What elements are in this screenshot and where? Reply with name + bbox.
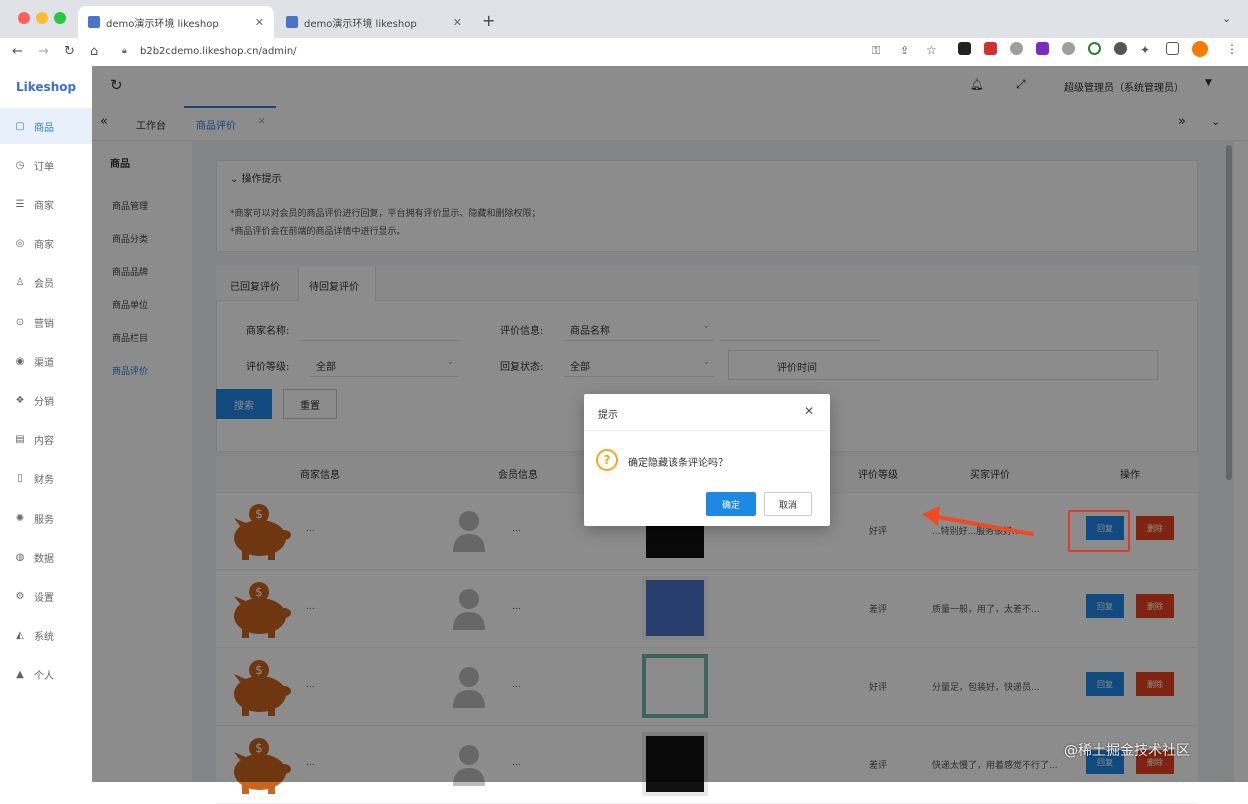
sidebar-item-label: 设置 <box>34 592 54 604</box>
marketing-icon: ⊙ <box>15 316 25 328</box>
key-icon[interactable]: ⚿ <box>872 44 880 58</box>
sidebar-item-label: 营销 <box>34 318 54 330</box>
question-icon: ? <box>596 449 618 471</box>
system-icon: ◭ <box>16 630 24 642</box>
site-favicon-icon <box>286 16 298 28</box>
annotation-arrow <box>922 506 1034 536</box>
sidebar-item[interactable]: ▯ 财务 <box>0 461 92 497</box>
sidebar-item[interactable]: ⚙ 设置 <box>0 578 92 614</box>
window-close-button[interactable] <box>18 12 30 24</box>
tab-search-chevron-icon[interactable]: ⌄ <box>1222 12 1231 25</box>
close-tab-icon[interactable]: ✕ <box>453 16 462 29</box>
browser-tab-title: demo演示环境 likeshop <box>304 18 417 30</box>
sidebar-item-label: 会员 <box>34 279 54 291</box>
lock-icon: 🔒︎ <box>122 46 127 56</box>
new-tab-icon[interactable]: + <box>482 11 495 30</box>
sidebar-item[interactable]: ❖ 分销 <box>0 382 92 418</box>
sidebar-item-label: 商家 <box>34 240 54 252</box>
member-icon: ♙ <box>15 277 25 289</box>
sidebar-item[interactable]: ▲ 个人 <box>0 657 92 693</box>
dialog-divider <box>584 430 830 431</box>
extension-icon[interactable] <box>1036 42 1049 55</box>
sidebar-item-label: 商家 <box>34 200 54 212</box>
service-icon: ✺ <box>15 512 25 524</box>
order-icon: ◷ <box>15 159 25 171</box>
sidebar-item[interactable]: ◉ 渠道 <box>0 343 92 379</box>
sidebar-item[interactable]: ▤ 内容 <box>0 422 92 458</box>
sidepanel-icon[interactable] <box>1166 42 1179 55</box>
sidebar-item[interactable]: ⊙ 营销 <box>0 304 92 340</box>
address-bar-url[interactable]: b2b2cdemo.likeshop.cn/admin/ <box>140 42 860 62</box>
sidebar-item-label: 个人 <box>34 671 54 683</box>
sidebar-item-label: 财务 <box>34 475 54 487</box>
extension-icon[interactable] <box>984 42 997 55</box>
person-icon: ▲ <box>16 669 24 681</box>
app-logo: Likeshop <box>16 80 77 94</box>
puzzle-icon[interactable]: ✦ <box>1140 43 1150 57</box>
browser-tab-active[interactable]: demo演示环境 likeshop ✕ <box>78 6 274 38</box>
sidebar-item[interactable]: ◭ 系统 <box>0 618 92 654</box>
window-maximize-button[interactable] <box>54 12 66 24</box>
browser-menu-icon[interactable]: ⋮ <box>1226 42 1238 56</box>
cancel-button[interactable]: 取消 <box>764 492 812 516</box>
settings-icon: ⚙ <box>15 590 25 602</box>
annotation-highlight-box <box>1068 510 1130 552</box>
sidebar-item-label: 商品 <box>34 122 54 134</box>
window-minimize-button[interactable] <box>36 12 48 24</box>
content-icon: ▤ <box>15 434 25 446</box>
sidebar-item-label: 订单 <box>34 161 54 173</box>
dialog-message: 确定隐藏该条评论吗？ <box>628 458 728 469</box>
sidebar-item-label: 服务 <box>34 514 54 526</box>
sidebar-item[interactable]: ♙ 会员 <box>0 265 92 301</box>
back-arrow-icon[interactable]: ← <box>12 44 23 59</box>
sidebar-item[interactable]: ◍ 数据 <box>0 539 92 575</box>
extension-icon[interactable] <box>958 42 971 55</box>
sidebar-item[interactable]: ✺ 服务 <box>0 500 92 536</box>
confirm-button[interactable]: 确定 <box>706 492 756 516</box>
extension-icon[interactable] <box>1114 42 1127 55</box>
reload-icon[interactable]: ↻ <box>64 44 75 59</box>
sidebar-item-label: 系统 <box>34 632 54 644</box>
site-favicon-icon <box>88 16 100 28</box>
home-icon[interactable]: ⌂ <box>90 44 98 59</box>
browser-tab-title: demo演示环境 likeshop <box>106 18 219 30</box>
goods-icon: ▢ <box>15 120 25 132</box>
sidebar-item-label: 内容 <box>34 436 54 448</box>
watermark: @稀土掘金技术社区 <box>1064 743 1190 759</box>
profile-avatar[interactable] <box>1192 41 1208 57</box>
confirm-dialog: 提示 ✕ ? 确定隐藏该条评论吗？ 确定 取消 <box>584 394 830 526</box>
sidebar-item[interactable]: ☰ 商家 <box>0 186 92 222</box>
channel-icon: ◉ <box>15 355 25 367</box>
distribution-icon: ❖ <box>15 394 25 406</box>
extension-icon[interactable] <box>1010 42 1023 55</box>
browser-tab[interactable]: demo演示环境 likeshop ✕ <box>276 6 472 38</box>
dialog-title: 提示 <box>598 410 618 421</box>
merchant-icon: ◎ <box>15 238 25 250</box>
dialog-close-icon[interactable]: ✕ <box>804 404 814 418</box>
share-icon[interactable]: ⇪ <box>900 44 909 57</box>
extension-icon[interactable] <box>1088 42 1101 55</box>
sidebar-item-label: 渠道 <box>34 357 54 369</box>
shop-icon: ☰ <box>15 198 25 210</box>
forward-arrow-icon[interactable]: → <box>38 44 49 59</box>
finance-icon: ▯ <box>17 473 23 485</box>
sidebar-item[interactable]: ▢ 商品 <box>0 108 92 144</box>
bookmark-star-icon[interactable]: ☆ <box>926 43 937 57</box>
data-icon: ◍ <box>15 551 25 563</box>
close-tab-icon[interactable]: ✕ <box>255 16 264 29</box>
sidebar-item-label: 分销 <box>34 396 54 408</box>
extension-icon[interactable] <box>1062 42 1075 55</box>
sidebar-item[interactable]: ◷ 订单 <box>0 147 92 183</box>
sidebar-item[interactable]: ◎ 商家 <box>0 226 92 262</box>
sidebar-item-label: 数据 <box>34 553 54 565</box>
